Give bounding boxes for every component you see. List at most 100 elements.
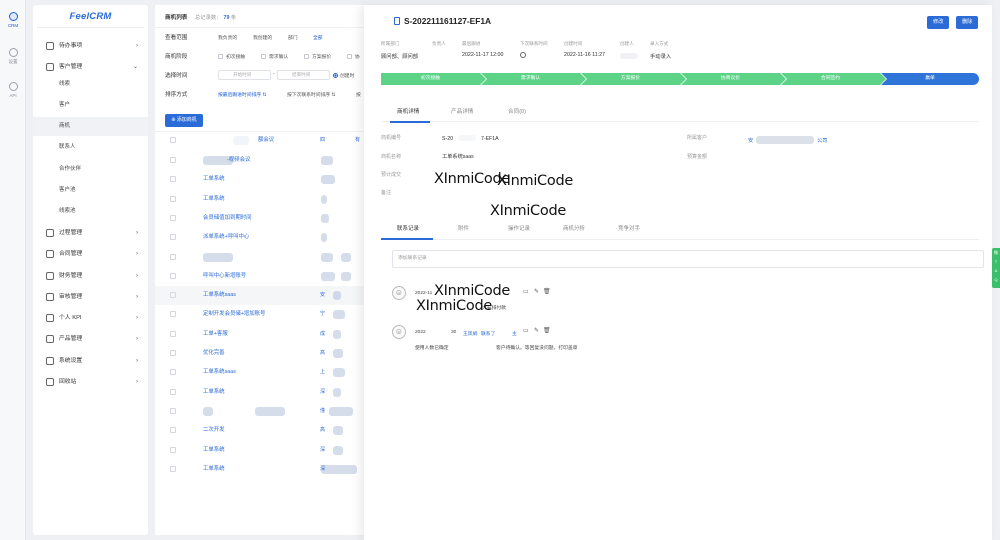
row-checkbox[interactable] <box>170 214 176 221</box>
stage-negotiation[interactable]: 协商议价 <box>681 72 787 86</box>
row-checkbox[interactable] <box>170 465 176 472</box>
rail-api[interactable]: API <box>0 82 26 98</box>
sort-last-followup[interactable]: 按最后跟进时间排序 ⇅ <box>218 91 267 98</box>
row-opportunity-name[interactable]: 呼叫中心新增账号 <box>203 267 246 286</box>
stage-contract[interactable]: 合同签约 <box>781 72 887 86</box>
row-customer[interactable]: 高 <box>320 344 325 363</box>
tab-contact-records[interactable]: 联系记录 <box>397 224 419 232</box>
row-opportunity-name[interactable]: 工单系统saas <box>203 363 236 382</box>
row-checkbox[interactable] <box>170 407 176 414</box>
stage-needs-confirmed[interactable]: 需求确认 <box>261 53 288 60</box>
row-opportunity-name[interactable]: 派单系统+呼叫中心 <box>203 228 249 247</box>
scope-dept[interactable]: 部门 <box>288 34 298 41</box>
scope-mine[interactable]: 我负责的 <box>218 34 237 41</box>
row-checkbox[interactable] <box>170 369 176 376</box>
table-row[interactable]: 工单系统 <box>155 170 365 189</box>
tab-operation-log[interactable]: 操作记录 <box>508 224 530 232</box>
delete-icon[interactable]: 🗑 <box>543 327 551 334</box>
wechat-icon[interactable]: 微 <box>992 248 1000 257</box>
table-row[interactable]: 僅 <box>155 402 365 421</box>
row-customer[interactable]: 深 <box>320 383 325 402</box>
stage-first-contact[interactable]: 初次接触 <box>218 53 245 60</box>
table-row[interactable]: 优化完善 高 <box>155 344 365 363</box>
table-row[interactable]: 二次开发 高 <box>155 421 365 440</box>
rail-settings[interactable]: 设置 <box>0 48 26 65</box>
row-checkbox[interactable] <box>170 234 176 241</box>
nav-customers[interactable]: 客户 <box>33 96 148 115</box>
record-user[interactable]: 王凤娟 <box>463 330 477 337</box>
row-checkbox[interactable] <box>170 176 176 183</box>
nav-partners[interactable]: 合作伙伴 <box>33 160 148 179</box>
table-row[interactable]: 工单系统saas 上 <box>155 363 365 382</box>
nav-process[interactable]: 过程管理 › <box>33 224 148 242</box>
table-row[interactable]: 工单系统 <box>155 190 365 209</box>
add-opportunity-button[interactable]: ⊕ 添加商机 <box>165 114 203 127</box>
sort-more[interactable]: 按 <box>356 91 361 98</box>
tab-competitors[interactable]: 竞争对手 <box>618 224 640 232</box>
table-row[interactable]: 定制开发会员储+增加账号 宁 <box>155 305 365 324</box>
nav-system-settings[interactable]: 系统设置 › <box>33 352 148 370</box>
nav-kpi[interactable]: 个人 KPI › <box>33 309 148 327</box>
tab-contracts[interactable]: 合同(0) <box>508 107 526 115</box>
table-row[interactable]: -视频会议 <box>155 151 365 170</box>
rail-crm[interactable]: CRM <box>0 12 26 28</box>
row-opportunity-name[interactable]: -视频会议 <box>227 151 250 170</box>
add-contact-record-input[interactable]: 添加联系记录 <box>392 250 984 268</box>
tab-opportunity-detail[interactable]: 商机详情 <box>397 107 419 115</box>
table-row[interactable]: 工单系统 深 <box>155 383 365 402</box>
edit-icon[interactable]: ✎ <box>534 327 539 334</box>
stage-first-contact[interactable]: 初次接触 <box>381 72 487 86</box>
comment-icon[interactable]: ▭ <box>523 327 529 334</box>
nav-finance[interactable]: 财务管理 › <box>33 267 148 285</box>
row-opportunity-name[interactable]: 工单系统 <box>203 170 225 189</box>
row-opportunity-name[interactable]: 工单系统 <box>203 383 225 402</box>
table-row[interactable]: 呼叫中心新增账号 <box>155 267 365 286</box>
nav-lead-pool[interactable]: 线索池 <box>33 202 148 221</box>
row-checkbox[interactable] <box>170 311 176 318</box>
row-opportunity-name[interactable]: 工单系统 <box>203 441 225 460</box>
row-checkbox[interactable] <box>170 272 176 279</box>
row-checkbox[interactable] <box>170 427 176 434</box>
nav-contracts[interactable]: 合同管理 › <box>33 245 148 263</box>
customer-link[interactable]: 安公司 <box>748 134 828 144</box>
stage-quotation[interactable]: 方案报价 <box>581 72 687 86</box>
nav-approval[interactable]: 审核管理 › <box>33 288 148 306</box>
row-checkbox[interactable] <box>170 350 176 356</box>
table-row[interactable]: 工单系统 深 <box>155 460 365 479</box>
end-date-input[interactable]: 结束时间 <box>277 70 330 80</box>
tab-product-detail[interactable]: 产品详情 <box>451 107 473 115</box>
row-checkbox[interactable] <box>170 157 176 163</box>
stage-quotation[interactable]: 方案报价 <box>304 53 331 60</box>
nav-customer-mgmt[interactable]: 客户管理 ⌄ <box>33 58 148 76</box>
comment-icon[interactable]: ▭ <box>523 288 529 295</box>
row-customer[interactable]: 安 <box>320 286 325 305</box>
row-checkbox[interactable] <box>170 195 176 202</box>
nav-customer-pool[interactable]: 客户池 <box>33 181 148 200</box>
row-checkbox[interactable] <box>170 446 176 453</box>
stage-negotiation[interactable]: 协 <box>347 53 360 60</box>
edit-icon[interactable]: ✎ <box>534 288 539 295</box>
nav-contacts[interactable]: 联系人 <box>33 138 148 157</box>
row-customer[interactable]: 深 <box>320 441 325 460</box>
start-date-input[interactable]: 开始时间 <box>218 70 271 80</box>
row-customer[interactable]: 高 <box>320 421 325 440</box>
tab-attachments[interactable]: 附件 <box>458 224 469 232</box>
row-customer[interactable]: 宁 <box>320 305 325 324</box>
qq-icon[interactable]: Q <box>992 275 1000 284</box>
nav-products[interactable]: 产品管理 › <box>33 330 148 348</box>
table-row[interactable]: 会员储值加到期时间 <box>155 209 365 228</box>
row-opportunity-name[interactable]: 工单系统 <box>203 190 225 209</box>
delete-icon[interactable]: 🗑 <box>543 288 551 295</box>
sort-next-contact[interactable]: 按下次联系时间排序 ⇅ <box>287 91 336 98</box>
row-opportunity-name[interactable]: 定制开发会员储+增加账号 <box>203 305 265 324</box>
edit-button[interactable]: 修改 <box>927 16 950 29</box>
delete-button[interactable]: 删除 <box>956 16 979 29</box>
tab-opportunity-analysis[interactable]: 商机分析 <box>563 224 585 232</box>
row-checkbox[interactable] <box>170 330 176 337</box>
table-row[interactable]: 工单系统saas 安 <box>155 286 365 306</box>
row-checkbox[interactable] <box>170 253 176 260</box>
row-customer[interactable]: 深 <box>320 460 325 479</box>
time-type-radio[interactable]: 创建时 <box>333 72 354 79</box>
nav-leads[interactable]: 线索 <box>33 75 148 94</box>
nav-opportunities[interactable]: 商机 <box>33 117 148 136</box>
